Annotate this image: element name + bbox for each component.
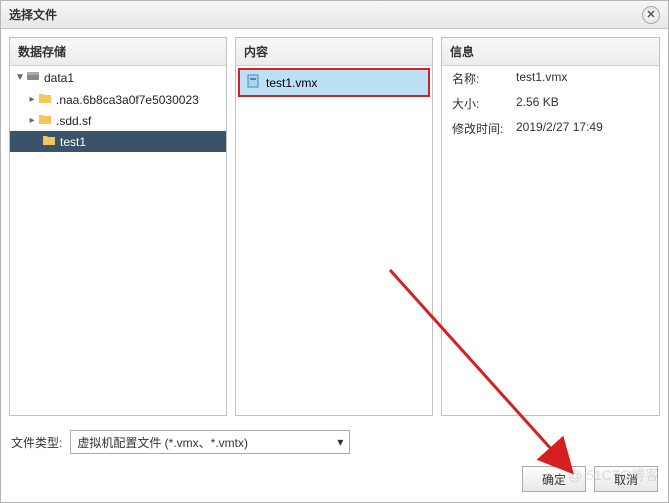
content-panel-header: 内容: [236, 38, 432, 66]
tree-node-label: test1: [60, 135, 86, 149]
folder-icon: [42, 134, 56, 149]
tree-node-child[interactable]: ▸ .sdd.sf: [10, 110, 226, 131]
datastore-panel-header: 数据存储: [10, 38, 226, 66]
file-select-dialog: 选择文件 ✕ 数据存储 ▼ data1 ▸: [0, 0, 669, 503]
tree-node-root[interactable]: ▼ data1: [10, 66, 226, 89]
folder-icon: [38, 92, 52, 107]
info-label: 名称:: [452, 70, 516, 87]
info-value: 2019/2/27 17:49: [516, 120, 649, 137]
vmx-file-icon: [246, 74, 260, 91]
info-value: test1.vmx: [516, 70, 649, 87]
folder-icon: [38, 113, 52, 128]
info-row-size: 大小: 2.56 KB: [442, 91, 659, 116]
tree-node-label: .sdd.sf: [56, 114, 91, 128]
button-label: 确定: [542, 471, 566, 488]
tree-node-label: .naa.6b8ca3a0f7e5030023: [56, 93, 199, 107]
file-list: test1.vmx: [236, 66, 432, 415]
expand-icon: ▸: [26, 94, 38, 105]
close-button[interactable]: ✕: [642, 6, 660, 24]
info-panel-header: 信息: [442, 38, 659, 66]
close-icon: ✕: [646, 8, 655, 21]
filetype-label: 文件类型:: [11, 434, 62, 451]
filetype-select[interactable]: 虚拟机配置文件 (*.vmx、*.vmtx) ▾: [70, 430, 350, 454]
dialog-title: 选择文件: [9, 6, 642, 23]
tree-node-label: data1: [44, 71, 74, 85]
cancel-button[interactable]: 取消: [594, 466, 658, 492]
expand-icon: ▼: [14, 72, 26, 83]
chevron-down-icon: ▾: [337, 435, 343, 449]
button-label: 取消: [614, 471, 638, 488]
file-name: test1.vmx: [266, 76, 317, 90]
info-value: 2.56 KB: [516, 95, 649, 112]
button-row: 确定 取消: [1, 460, 668, 502]
filetype-selected-text: 虚拟机配置文件 (*.vmx、*.vmtx): [77, 434, 248, 451]
info-label: 修改时间:: [452, 120, 516, 137]
datastore-tree: ▼ data1 ▸ .naa.6b8ca3a0f7e5030023 ▸: [10, 66, 226, 415]
content-panel: 内容 test1.vmx: [235, 37, 433, 416]
ok-button[interactable]: 确定: [522, 466, 586, 492]
info-panel: 信息 名称: test1.vmx 大小: 2.56 KB 修改时间: 2019/…: [441, 37, 660, 416]
info-row-name: 名称: test1.vmx: [442, 66, 659, 91]
info-body: 名称: test1.vmx 大小: 2.56 KB 修改时间: 2019/2/2…: [442, 66, 659, 415]
file-row-selected[interactable]: test1.vmx: [238, 68, 430, 97]
dialog-content: 数据存储 ▼ data1 ▸ .naa.6b8ca3a0f7e5030023: [1, 29, 668, 424]
expand-icon: ▸: [26, 115, 38, 126]
datastore-panel: 数据存储 ▼ data1 ▸ .naa.6b8ca3a0f7e5030023: [9, 37, 227, 416]
titlebar: 选择文件 ✕: [1, 1, 668, 29]
tree-node-selected[interactable]: test1: [10, 131, 226, 152]
info-label: 大小:: [452, 95, 516, 112]
tree-node-child[interactable]: ▸ .naa.6b8ca3a0f7e5030023: [10, 89, 226, 110]
info-row-mtime: 修改时间: 2019/2/27 17:49: [442, 116, 659, 141]
filetype-row: 文件类型: 虚拟机配置文件 (*.vmx、*.vmtx) ▾: [1, 424, 668, 460]
datastore-icon: [26, 69, 40, 86]
